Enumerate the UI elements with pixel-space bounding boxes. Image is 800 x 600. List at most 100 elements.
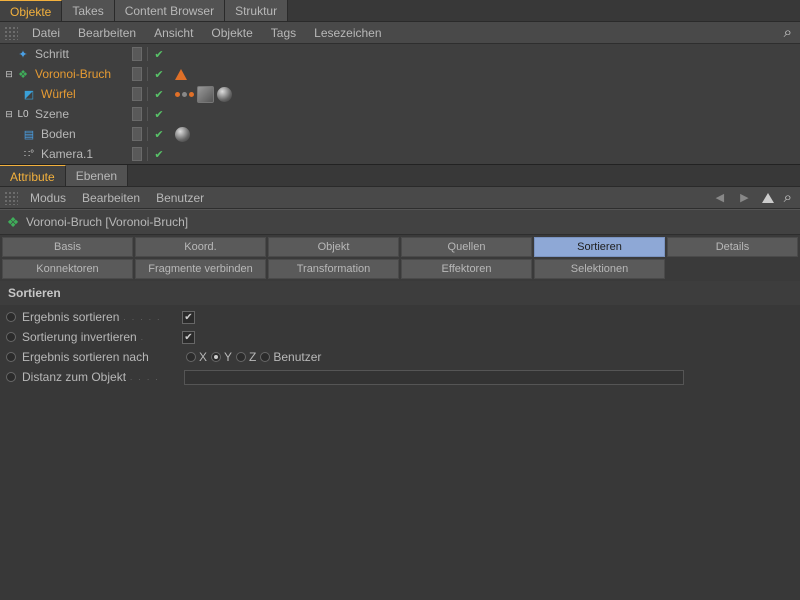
nav-back-icon[interactable]: ◀: [713, 191, 727, 204]
param-sortieren-nach: Ergebnis sortieren nach X Y Z Benutzer: [6, 347, 794, 367]
search-icon[interactable]: [784, 189, 792, 206]
menu-datei[interactable]: Datei: [24, 23, 68, 43]
tab-takes[interactable]: Takes: [62, 0, 114, 21]
param-ergebnis-sortieren: Ergebnis sortieren. . . . . ✔: [6, 307, 794, 327]
radio-label: Z: [249, 350, 256, 364]
layer-toggle[interactable]: [132, 107, 142, 121]
checkbox-ergebnis-sortieren[interactable]: ✔: [182, 311, 195, 324]
distanz-link-field[interactable]: [184, 370, 684, 385]
collapse-icon[interactable]: ⊟: [4, 69, 14, 79]
search-icon[interactable]: [784, 24, 800, 41]
visibility-toggle[interactable]: ✔: [153, 68, 165, 80]
tab-koord[interactable]: Koord.: [135, 237, 266, 257]
radio-y[interactable]: Y: [211, 350, 232, 364]
material-tag-icon[interactable]: [217, 87, 232, 102]
tab-ebenen[interactable]: Ebenen: [66, 165, 128, 186]
separator: [147, 107, 148, 121]
visibility-toggle[interactable]: ✔: [153, 108, 165, 120]
layer-toggle[interactable]: [132, 87, 142, 101]
tab-basis[interactable]: Basis: [2, 237, 133, 257]
radio-benutzer[interactable]: Benutzer: [260, 350, 321, 364]
menu-tags[interactable]: Tags: [263, 23, 304, 43]
warning-icon[interactable]: [175, 69, 187, 80]
nav-fwd-icon[interactable]: ▶: [737, 191, 751, 204]
tab-fragmente[interactable]: Fragmente verbinden: [135, 259, 266, 279]
tree-row-kamera[interactable]: ∷° Kamera.1 ✔: [0, 144, 800, 164]
tree-label: Kamera.1: [38, 147, 93, 161]
tree-row-schritt[interactable]: ✦ Schritt ✔: [0, 44, 800, 64]
grip-icon[interactable]: [4, 191, 18, 205]
tab-struktur[interactable]: Struktur: [225, 0, 288, 21]
visibility-toggle[interactable]: ✔: [153, 128, 165, 140]
object-panel-tabs: Objekte Takes Content Browser Struktur: [0, 0, 800, 22]
tab-transformation[interactable]: Transformation: [268, 259, 399, 279]
visibility-toggle[interactable]: ✔: [153, 48, 165, 60]
layer-toggle[interactable]: [132, 67, 142, 81]
menu-bearbeiten[interactable]: Bearbeiten: [70, 23, 144, 43]
tab-content-browser[interactable]: Content Browser: [115, 0, 225, 21]
param-label: Distanz zum Objekt: [22, 370, 126, 384]
tab-attribute[interactable]: Attribute: [0, 165, 66, 186]
tab-selektionen[interactable]: Selektionen: [534, 259, 665, 279]
param-distanz-zum-objekt: Distanz zum Objekt. . . .: [6, 367, 794, 387]
tab-sortieren[interactable]: Sortieren: [534, 237, 665, 257]
menu-ansicht[interactable]: Ansicht: [146, 23, 201, 43]
param-label: Ergebnis sortieren nach: [22, 350, 149, 364]
separator: [147, 67, 148, 81]
tab-objekte[interactable]: Objekte: [0, 0, 62, 21]
anim-dot-icon[interactable]: [6, 332, 16, 342]
floor-icon: ▤: [22, 127, 36, 141]
tree-label: Szene: [32, 107, 69, 121]
tree-row-wuerfel[interactable]: ◩ Würfel ✔: [0, 84, 800, 104]
tree-row-szene[interactable]: ⊟ L0 Szene ✔: [0, 104, 800, 124]
null-icon: L0: [16, 107, 30, 121]
tab-effektoren[interactable]: Effektoren: [401, 259, 532, 279]
attribute-panel-tabs: Attribute Ebenen: [0, 165, 800, 187]
param-label: Sortierung invertieren: [22, 330, 137, 344]
tab-quellen[interactable]: Quellen: [401, 237, 532, 257]
up-arrow-icon[interactable]: [762, 193, 774, 203]
tab-details[interactable]: Details: [667, 237, 798, 257]
checkbox-invertieren[interactable]: ✔: [182, 331, 195, 344]
tab-konnektoren[interactable]: Konnektoren: [2, 259, 133, 279]
menu-lesezeichen[interactable]: Lesezeichen: [306, 23, 389, 43]
cube-icon: ◩: [22, 87, 36, 101]
tag-dots-icon[interactable]: [175, 92, 194, 97]
param-label: Ergebnis sortieren: [22, 310, 119, 324]
dots-icon: . . . . .: [119, 313, 161, 322]
property-tabs: Basis Koord. Objekt Quellen Sortieren De…: [0, 235, 800, 281]
texture-tag-icon[interactable]: [197, 86, 214, 103]
tab-objekt[interactable]: Objekt: [268, 237, 399, 257]
separator: [147, 127, 148, 141]
menu-benutzer[interactable]: Benutzer: [148, 188, 212, 208]
radio-x[interactable]: X: [186, 350, 207, 364]
menu-modus[interactable]: Modus: [22, 188, 74, 208]
anim-dot-icon[interactable]: [6, 352, 16, 362]
menu-objekte[interactable]: Objekte: [203, 23, 260, 43]
collapse-icon[interactable]: ⊟: [4, 109, 14, 119]
layer-toggle[interactable]: [132, 127, 142, 141]
anim-dot-icon[interactable]: [6, 312, 16, 322]
material-tag-icon[interactable]: [175, 127, 190, 142]
visibility-toggle[interactable]: ✔: [153, 88, 165, 100]
fracture-icon: ❖: [16, 67, 30, 81]
layer-toggle[interactable]: [132, 47, 142, 61]
tree-row-voronoi[interactable]: ⊟ ❖ Voronoi-Bruch ✔: [0, 64, 800, 84]
layer-toggle[interactable]: [132, 147, 142, 161]
separator: [147, 47, 148, 61]
visibility-toggle[interactable]: ✔: [153, 148, 165, 160]
menu-bearbeiten-attr[interactable]: Bearbeiten: [74, 188, 148, 208]
radio-z[interactable]: Z: [236, 350, 256, 364]
attribute-menubar: Modus Bearbeiten Benutzer ◀ ▶: [0, 187, 800, 209]
grip-icon[interactable]: [4, 26, 18, 40]
spacer: [4, 49, 14, 59]
dots-icon: . . . .: [126, 373, 160, 382]
tree-label: Boden: [38, 127, 76, 141]
foot-icon: ✦: [16, 47, 30, 61]
anim-dot-icon[interactable]: [6, 372, 16, 382]
fracture-icon: ❖: [6, 215, 20, 229]
params-area: Ergebnis sortieren. . . . . ✔ Sortierung…: [0, 305, 800, 389]
radio-label: X: [199, 350, 207, 364]
tree-row-boden[interactable]: ▤ Boden ✔: [0, 124, 800, 144]
object-menubar: Datei Bearbeiten Ansicht Objekte Tags Le…: [0, 22, 800, 44]
